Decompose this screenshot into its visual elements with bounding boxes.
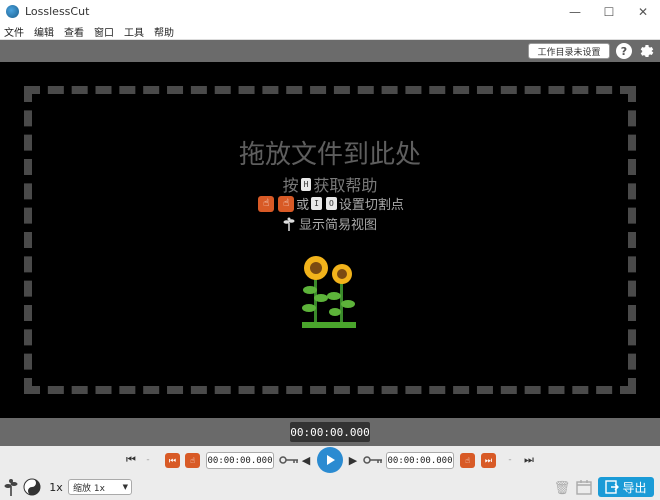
menu-bar: 文件 编辑 查看 窗口 工具 帮助 [0,23,660,40]
app-logo-icon [6,5,19,18]
help-hint: 按 H 获取帮助 [0,172,660,196]
jump-cut-end-icon[interactable]: ⏭ [481,453,496,468]
playback-rate[interactable]: 1x [48,479,64,495]
menu-window[interactable]: 窗口 [94,24,114,39]
help-button[interactable]: ? [616,43,632,59]
jump-to-start-icon[interactable]: ⏮ [124,452,138,468]
zoom-select[interactable]: 缩放 1x ▼ [68,479,132,495]
export-button[interactable]: 导出 [598,477,654,497]
menu-tools[interactable]: 工具 [124,24,144,39]
current-time-display: 00:00:00.000 [290,422,370,442]
minimize-button[interactable]: — [558,0,592,23]
working-directory-button[interactable]: 工作目录未设置 [528,43,610,59]
drop-title: 拖放文件到此处 [238,140,421,170]
cut-suffix: 设置切割点 [338,198,404,213]
set-cut-start-button[interactable]: ☝ [185,453,200,468]
sunflower-illustration [302,256,356,328]
easy-mode-text: 显示简易视图 [298,218,377,233]
easy-mode-sprout-icon[interactable] [4,478,18,496]
menu-help[interactable]: 帮助 [154,24,174,39]
play-icon [327,455,335,465]
window-title: LosslessCut [25,5,90,18]
cut-end-key-icon[interactable] [363,455,383,465]
start-dash: - [146,455,150,465]
prev-frame-icon[interactable]: ◀ [301,452,311,468]
close-button[interactable]: ✕ [626,0,660,23]
help-key: H [300,177,312,191]
export-icon [605,480,620,494]
key-o: O [326,197,337,210]
menu-view[interactable]: 查看 [64,24,84,39]
export-label: 导出 [622,480,647,495]
sprout-icon [283,217,295,231]
jump-to-end-icon[interactable]: ⏭ [522,452,536,468]
help-prefix: 按 [282,176,299,195]
timeline-bar[interactable]: 00:00:00.000 [0,418,660,446]
next-frame-icon[interactable]: ▶ [348,452,358,468]
menu-edit[interactable]: 编辑 [34,24,54,39]
help-suffix: 获取帮助 [313,176,378,195]
maximize-button[interactable]: ☐ [592,0,626,23]
cut-hint: ☝ ☝ 或 I O 设置切割点 [0,194,660,213]
play-button[interactable] [317,447,343,473]
playback-controls: ⏮ - ⏮ ☝ 00:00:00.000 ◀ ▶ 00:00:00.000 ☝ … [0,446,660,500]
file-drop-area[interactable]: 拖放文件到此处 按 H 获取帮助 ☝ ☝ 或 I O 设置切割点 显示简易视图 [0,62,660,418]
cut-end-time-input[interactable]: 00:00:00.000 [386,452,454,469]
cut-start-key-icon[interactable] [279,455,299,465]
or-text: 或 [296,198,310,213]
chevron-down-icon: ▼ [122,483,128,491]
zoom-value: 缩放 1x [73,483,105,494]
jump-cut-start-icon[interactable]: ⏮ [165,453,180,468]
menu-file[interactable]: 文件 [4,24,24,39]
title-bar: LosslessCut — ☐ ✕ [0,0,660,23]
calendar-icon[interactable] [576,479,592,495]
set-cut-start-icon: ☝ [258,195,275,212]
end-dash: - [508,455,512,465]
top-toolbar: 工作目录未设置 ? [0,40,660,62]
trash-icon[interactable]: 🗑 [554,479,571,497]
cut-start-time-input[interactable]: 00:00:00.000 [206,452,274,469]
key-i: I [311,197,322,210]
set-cut-end-button[interactable]: ☝ [460,453,475,468]
yin-yang-icon[interactable] [23,478,41,496]
drop-zone-border [24,86,636,394]
set-cut-end-icon: ☝ [278,195,295,212]
easy-mode-hint: 显示简易视图 [0,214,660,233]
settings-gear-icon[interactable] [638,42,656,60]
